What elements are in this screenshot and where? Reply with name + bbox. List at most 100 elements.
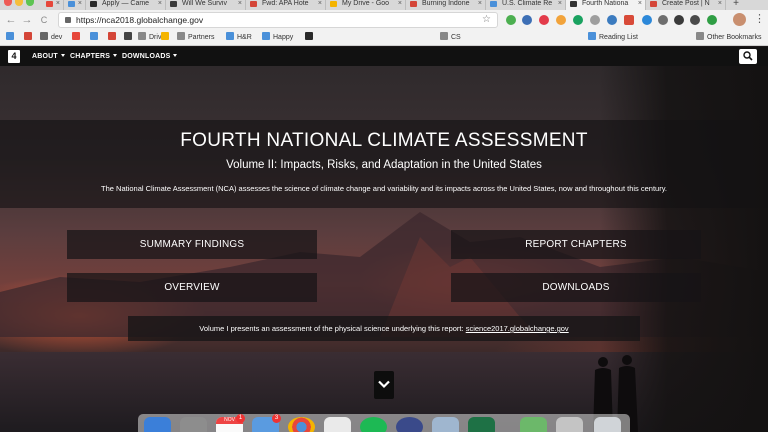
downloads-button[interactable]: DOWNLOADS: [451, 273, 701, 302]
tab-close-icon[interactable]: ×: [638, 0, 642, 7]
tab-close-icon[interactable]: ×: [558, 0, 562, 7]
bookmark-item[interactable]: H&R: [226, 32, 252, 44]
bookmark-item[interactable]: dev: [40, 32, 62, 44]
chevron-down-icon: [378, 380, 390, 389]
safari-icon[interactable]: [396, 417, 423, 432]
browser-tab[interactable]: Fourth Nationa ×: [566, 0, 646, 10]
profile-avatar[interactable]: [733, 13, 746, 26]
science2017-link[interactable]: science2017.globalchange.gov: [466, 324, 569, 333]
tab-favicon-icon: [46, 1, 53, 7]
summary-findings-button[interactable]: SUMMARY FINDINGS: [67, 230, 317, 259]
browser-tab[interactable]: Apply — Came ×: [86, 0, 166, 10]
browser-toolbar: ← → C https://nca2018.globalchange.gov ☆…: [0, 10, 768, 30]
site-navbar: 4 ABOUT CHAPTERS DOWNLOADS: [0, 47, 768, 66]
back-button[interactable]: ←: [4, 13, 18, 27]
minimize-window-button[interactable]: [15, 0, 23, 6]
zoom-window-button[interactable]: [26, 0, 34, 6]
extension-icon[interactable]: [522, 15, 532, 25]
mail-badge: 3: [272, 414, 281, 423]
bookmark-item[interactable]: Reading List: [588, 32, 638, 44]
overview-button[interactable]: OVERVIEW: [67, 273, 317, 302]
forward-button[interactable]: →: [20, 13, 34, 27]
browser-tab[interactable]: Create Post | N ×: [646, 0, 726, 10]
bookmark-item[interactable]: [72, 32, 83, 44]
browser-tab[interactable]: ×: [42, 0, 64, 10]
bookmark-icon: [108, 32, 116, 40]
nav-chapters[interactable]: CHAPTERS: [70, 47, 118, 66]
extension-icon[interactable]: [573, 15, 583, 25]
tab-close-icon[interactable]: ×: [238, 0, 242, 7]
bookmark-item[interactable]: [124, 32, 135, 44]
extension-icon[interactable]: [590, 15, 600, 25]
extension-icon[interactable]: [506, 15, 516, 25]
bookmark-item[interactable]: CS: [440, 32, 461, 44]
spotify-icon[interactable]: [360, 417, 387, 432]
volume-one-notice: Volume I presents an assessment of the p…: [128, 316, 640, 341]
mail-icon[interactable]: 3: [252, 414, 281, 432]
nca4-logo[interactable]: 4: [8, 50, 20, 63]
bookmark-icon: [24, 32, 32, 40]
tab-favicon-icon: [650, 1, 657, 7]
extension-icon[interactable]: [607, 15, 617, 25]
browser-tab[interactable]: U.S. Climate Re ×: [486, 0, 566, 10]
browser-menu-icon[interactable]: ⋮: [754, 12, 765, 26]
extension-icon[interactable]: [642, 15, 652, 25]
tab-close-icon[interactable]: ×: [478, 0, 482, 7]
tab-close-icon[interactable]: ×: [56, 0, 60, 7]
extension-icon[interactable]: [556, 15, 566, 25]
finder-icon[interactable]: [144, 417, 171, 432]
preview-icon[interactable]: [432, 417, 459, 432]
bookmark-label: Other Bookmarks: [707, 34, 762, 41]
chrome-icon[interactable]: [288, 417, 315, 432]
extension-icon[interactable]: [658, 15, 668, 25]
bookmark-item[interactable]: Partners: [177, 32, 214, 44]
scroll-down-button[interactable]: [374, 371, 394, 399]
bookmark-item[interactable]: [90, 32, 101, 44]
tab-favicon-icon: [330, 1, 337, 7]
bookmark-item[interactable]: [305, 32, 316, 44]
bookmark-item[interactable]: Other Bookmarks: [696, 32, 761, 44]
bookmark-item[interactable]: [6, 32, 17, 44]
close-window-button[interactable]: [4, 0, 12, 6]
browser-tab[interactable]: Will We Surviv ×: [166, 0, 246, 10]
extension-icon[interactable]: [707, 15, 717, 25]
extension-icon[interactable]: [539, 15, 549, 25]
report-chapters-button[interactable]: REPORT CHAPTERS: [451, 230, 701, 259]
tab-close-icon[interactable]: ×: [78, 0, 82, 7]
tab-close-icon[interactable]: ×: [398, 0, 402, 7]
numbers-icon[interactable]: [520, 417, 547, 432]
downloads-stack-icon[interactable]: [556, 417, 583, 432]
new-tab-button[interactable]: +: [730, 0, 742, 9]
extension-icon[interactable]: [674, 15, 684, 25]
site-search-button[interactable]: [739, 49, 757, 64]
extension-icon[interactable]: [624, 15, 634, 25]
bookmark-item[interactable]: [24, 32, 35, 44]
lock-icon: [65, 17, 71, 23]
bookmark-item[interactable]: Happy: [262, 32, 293, 44]
tab-label: Apply — Came: [102, 0, 150, 7]
calendar-badge: 1: [236, 414, 245, 423]
textedit-icon[interactable]: [324, 417, 351, 432]
nav-downloads[interactable]: DOWNLOADS: [122, 47, 178, 66]
calendar-icon[interactable]: NOV 1: [216, 414, 245, 432]
tab-close-icon[interactable]: ×: [158, 0, 162, 7]
tab-label: Fourth Nationa: [582, 0, 629, 7]
reload-button[interactable]: C: [37, 13, 51, 27]
nav-about[interactable]: ABOUT: [32, 47, 65, 66]
browser-tab[interactable]: Burning Indone ×: [406, 0, 486, 10]
bookmark-icon: [90, 32, 98, 40]
excel-icon[interactable]: [468, 417, 495, 432]
browser-tab[interactable]: My Drive - Goo ×: [326, 0, 406, 10]
trash-icon[interactable]: [594, 417, 621, 432]
launchpad-icon[interactable]: [180, 417, 207, 432]
bookmark-item[interactable]: [161, 32, 172, 44]
extension-icon[interactable]: [690, 15, 700, 25]
browser-tab[interactable]: ×: [64, 0, 86, 10]
bookmark-item[interactable]: [108, 32, 119, 44]
tab-close-icon[interactable]: ×: [318, 0, 322, 7]
address-bar[interactable]: https://nca2018.globalchange.gov ☆: [58, 12, 498, 28]
tab-close-icon[interactable]: ×: [718, 0, 722, 7]
tab-label: My Drive - Goo: [342, 0, 390, 7]
browser-tab[interactable]: Fwd: APA Hote ×: [246, 0, 326, 10]
bookmark-star-icon[interactable]: ☆: [482, 14, 491, 26]
